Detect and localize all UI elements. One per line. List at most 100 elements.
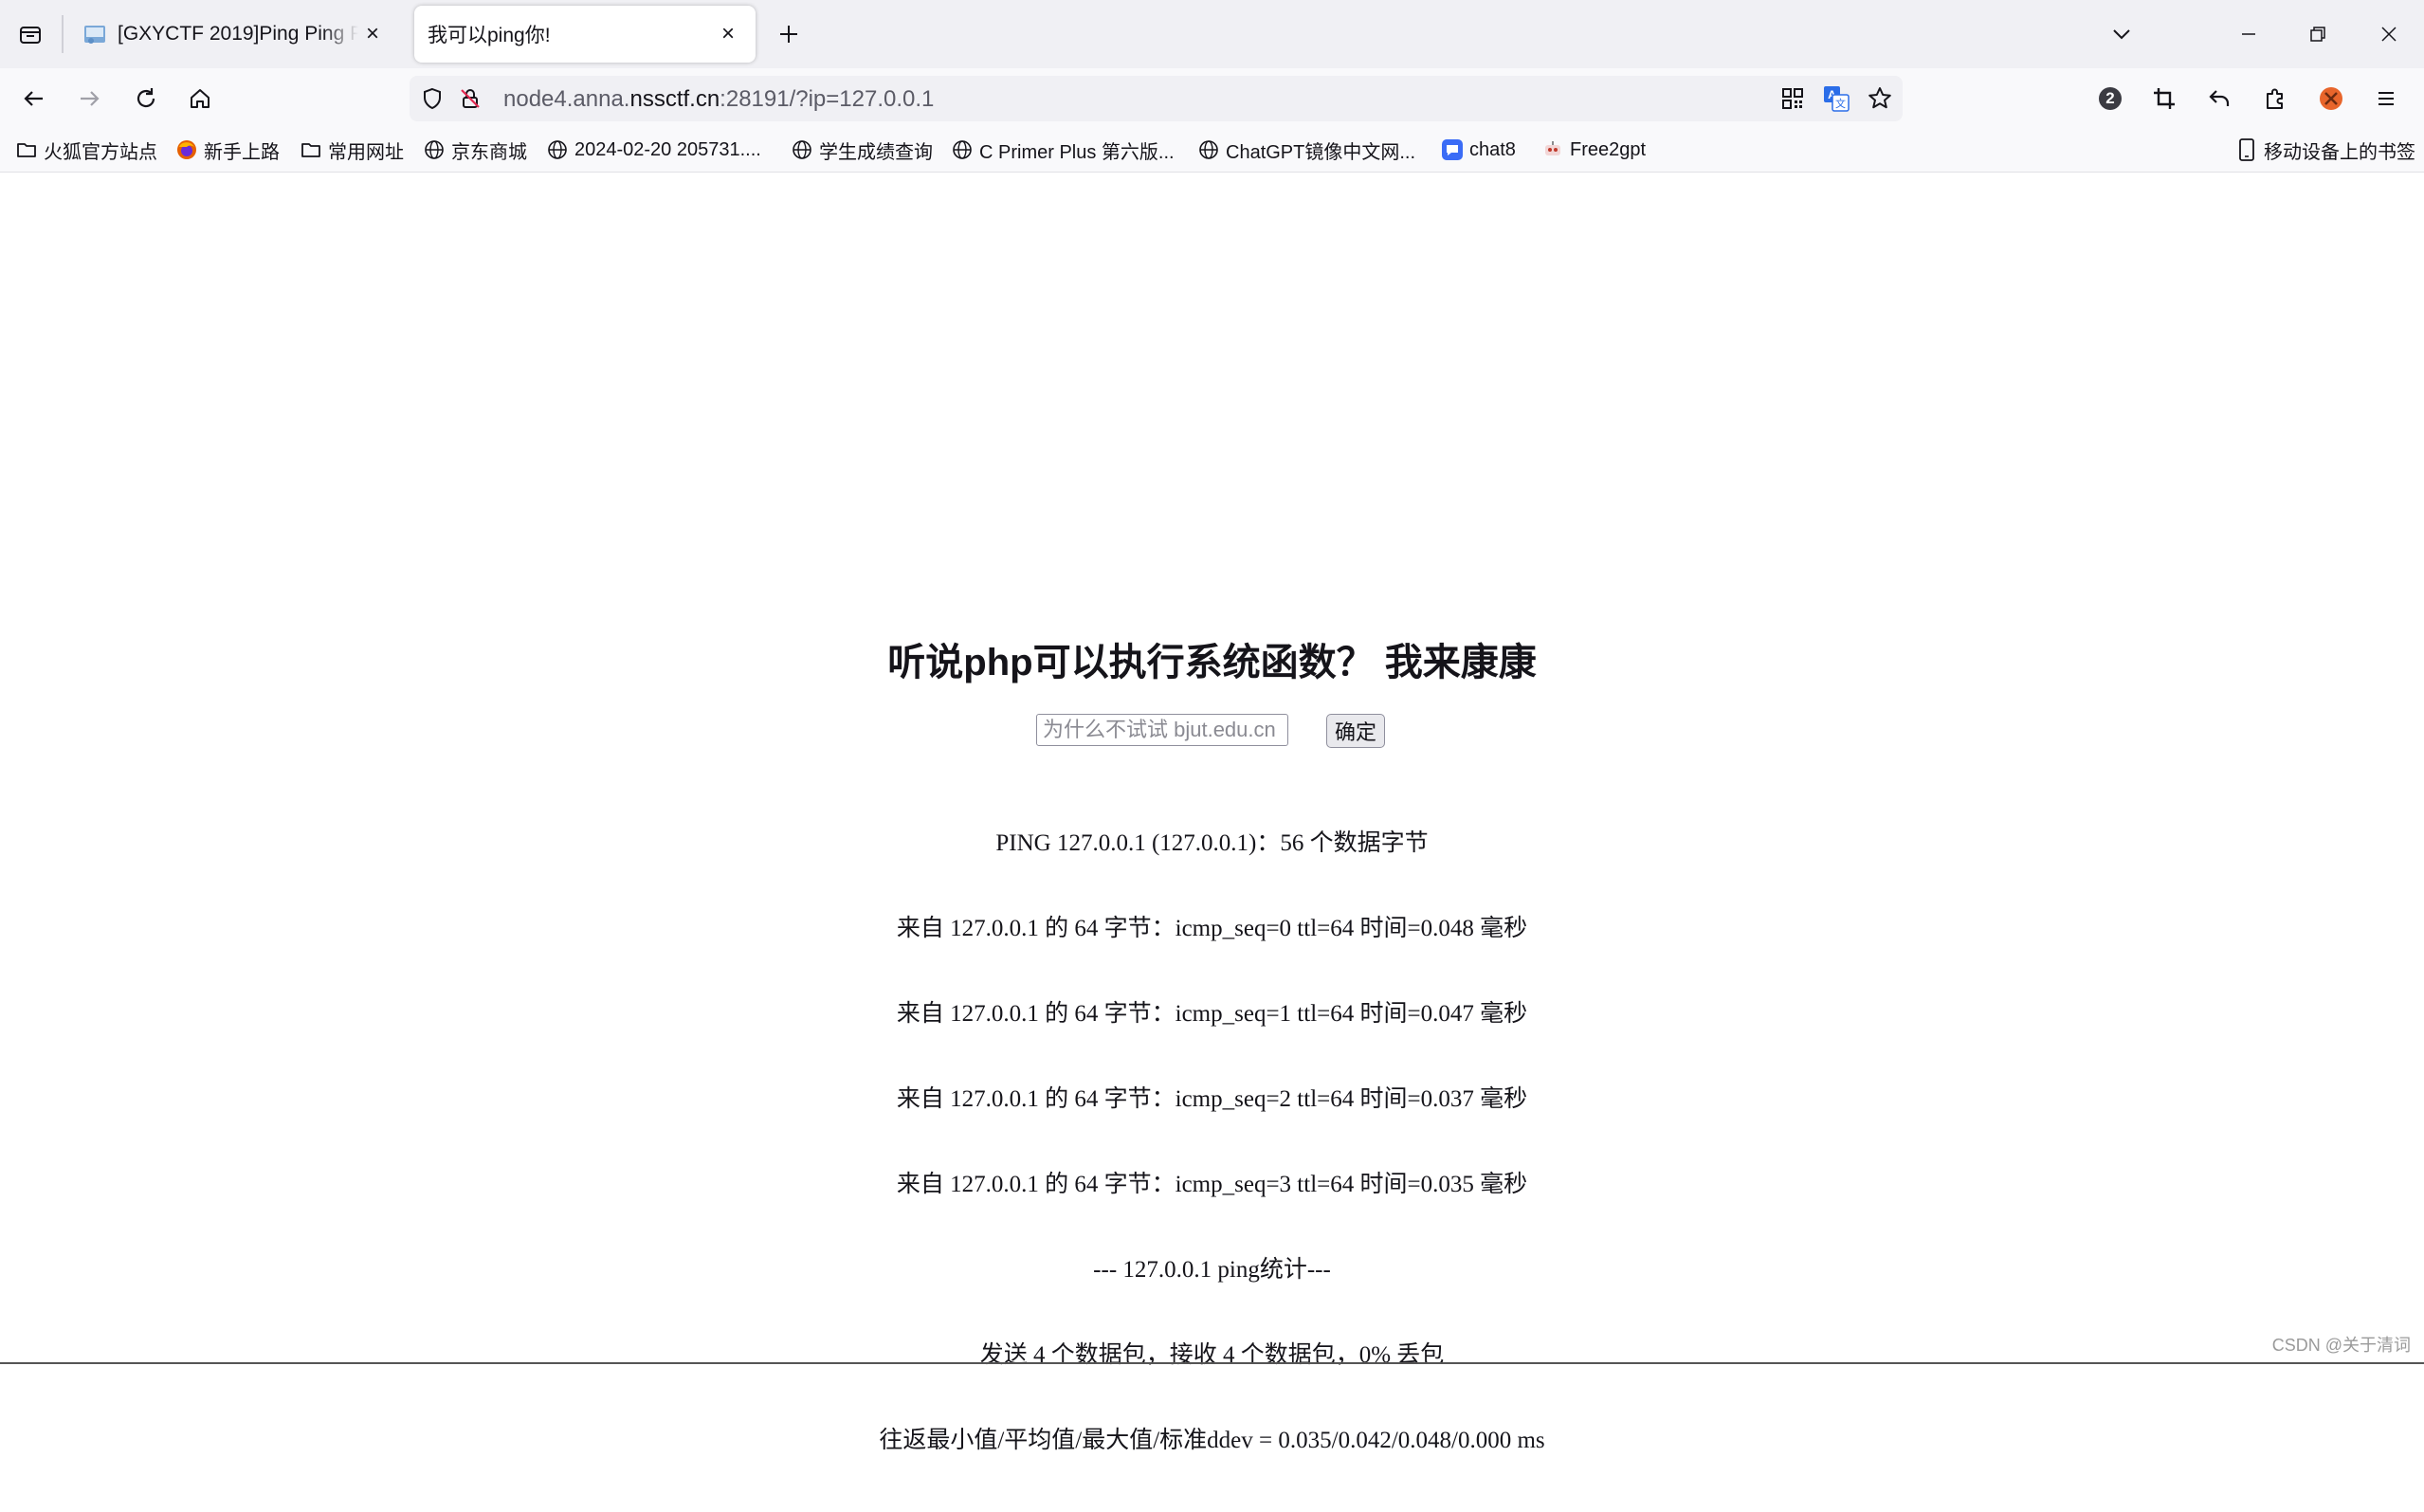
- bookmark-item[interactable]: C Primer Plus 第六版...: [951, 135, 1175, 165]
- tab-overview-icon: [20, 27, 41, 44]
- url-bar[interactable]: node4.anna.nssctf.cn:28191/?ip=127.0.0.1…: [410, 76, 1903, 121]
- bookmark-item[interactable]: 常用网址: [300, 135, 404, 165]
- ping-line: 来自 127.0.0.1 的 64 字节：icmp_seq=1 ttl=64 时…: [896, 1001, 1528, 1027]
- new-tab-button[interactable]: [770, 15, 808, 53]
- bookmark-label: 新手上路: [204, 141, 280, 163]
- bookmark-label: 常用网址: [328, 141, 404, 163]
- globe-icon: [423, 138, 446, 161]
- tracking-protection-shield-icon[interactable]: [417, 83, 447, 114]
- page-content: 听说php可以执行系统函数？ 我来康康 确定 PING 127.0.0.1 (1…: [0, 173, 2424, 1453]
- home-button[interactable]: [179, 78, 221, 119]
- bookmarks-toolbar: 火狐官方站点 新手上路 常用网址 京东商城 2024-02-20 205731.…: [0, 129, 2424, 173]
- ping-line: 来自 127.0.0.1 的 64 字节：icmp_seq=2 ttl=64 时…: [896, 1086, 1528, 1112]
- ping-line: 发送 4 个数据包，接收 4 个数据包，0% 丢包: [979, 1342, 1445, 1368]
- addon-button[interactable]: [2310, 78, 2352, 119]
- folder-icon: [15, 138, 38, 161]
- bookmark-item[interactable]: 京东商城: [423, 135, 527, 165]
- forward-arrow-icon: [81, 91, 100, 106]
- tab-separator: [62, 15, 64, 53]
- bookmark-star-icon[interactable]: [1865, 83, 1895, 114]
- navigation-toolbar: node4.anna.nssctf.cn:28191/?ip=127.0.0.1…: [0, 68, 2424, 129]
- ping-line: PING 127.0.0.1 (127.0.0.1)：56 个数据字节: [995, 830, 1429, 856]
- ping-line: --- 127.0.0.1 ping统计---: [1093, 1257, 1331, 1283]
- crop-icon: [2154, 88, 2175, 109]
- tab-gxyctf[interactable]: [GXYCTF 2019]Ping Ping Ping ×: [68, 6, 400, 63]
- bookmark-label: 2024-02-20 205731....: [574, 138, 761, 160]
- screenshot-button[interactable]: [2143, 78, 2185, 119]
- undo-tab-button[interactable]: [2198, 78, 2240, 119]
- url-path: :28191/?ip=127.0.0.1: [720, 86, 935, 112]
- globe-icon: [1197, 138, 1220, 161]
- bookmark-item[interactable]: chat8: [1441, 135, 1516, 165]
- ping-line: 往返最小值/平均值/最大值/标准ddev = 0.035/0.042/0.048…: [879, 1428, 1545, 1453]
- ping-line: 来自 127.0.0.1 的 64 字节：icmp_seq=3 ttl=64 时…: [896, 1172, 1528, 1197]
- page-heading: 听说php可以执行系统函数？ 我来康康: [887, 642, 1537, 683]
- tab-strip: [GXYCTF 2019]Ping Ping Ping × 我可以ping你! …: [0, 0, 2424, 68]
- hamburger-menu-icon: [2378, 92, 2394, 105]
- bookmark-label: Free2gpt: [1570, 138, 1647, 160]
- mobile-device-icon: [2235, 138, 2258, 161]
- undo-arrow-icon: [2209, 90, 2230, 106]
- close-window-button[interactable]: [2365, 0, 2413, 68]
- bot-icon: [1541, 138, 1564, 161]
- chat-icon: [1441, 138, 1464, 161]
- bookmark-label: 京东商城: [451, 141, 527, 163]
- restore-icon: [2310, 27, 2325, 42]
- app-menu-button[interactable]: [2365, 78, 2407, 119]
- url-text[interactable]: node4.anna.nssctf.cn:28191/?ip=127.0.0.1: [503, 86, 934, 113]
- tab-ping[interactable]: 我可以ping你! ×: [414, 6, 756, 63]
- url-domain: nssctf.cn: [629, 86, 720, 112]
- translate-icon[interactable]: A文: [1821, 83, 1851, 114]
- globe-icon: [791, 138, 813, 161]
- back-arrow-icon: [24, 91, 43, 106]
- ping-output: PING 127.0.0.1 (127.0.0.1)：56 个数据字节 来自 1…: [0, 773, 2424, 1512]
- list-all-tabs-button[interactable]: [2098, 0, 2145, 68]
- bookmark-item[interactable]: 学生成绩查询: [791, 135, 933, 165]
- extension-badge-count: 2: [2105, 89, 2115, 107]
- tab-title: [GXYCTF 2019]Ping Ping Ping: [118, 23, 358, 45]
- reload-icon: [137, 88, 155, 108]
- bookmark-label: 学生成绩查询: [819, 141, 933, 163]
- mobile-bookmarks[interactable]: 移动设备上的书签: [2235, 135, 2415, 165]
- extensions-button[interactable]: [2254, 78, 2296, 119]
- minimize-button[interactable]: [2225, 0, 2272, 68]
- globe-icon: [951, 138, 974, 161]
- puzzle-icon: [2267, 88, 2283, 109]
- firefox-icon: [175, 138, 198, 161]
- reload-button[interactable]: [125, 78, 167, 119]
- ping-line: 来自 127.0.0.1 的 64 字节：icmp_seq=0 ttl=64 时…: [896, 916, 1528, 941]
- ip-input[interactable]: [1036, 714, 1288, 746]
- chevron-down-icon: [2113, 29, 2130, 40]
- close-tab-icon[interactable]: ×: [714, 20, 742, 48]
- bookmark-label: ChatGPT镜像中文网...: [1226, 141, 1416, 163]
- folder-icon: [300, 138, 322, 161]
- close-icon: [2381, 27, 2397, 42]
- minimize-icon: [2242, 33, 2255, 35]
- bookmark-item[interactable]: 2024-02-20 205731....: [546, 135, 761, 165]
- mobile-bookmarks-label: 移动设备上的书签: [2264, 141, 2415, 163]
- insecure-lock-icon[interactable]: [455, 83, 485, 114]
- bookmark-item[interactable]: ChatGPT镜像中文网...: [1197, 135, 1415, 165]
- globe-icon: [546, 138, 569, 161]
- addon-orange-icon: [2320, 87, 2342, 110]
- tab-overview-button[interactable]: [9, 13, 51, 55]
- back-button[interactable]: [13, 78, 55, 119]
- close-tab-icon[interactable]: ×: [358, 20, 387, 48]
- svg-text:文: 文: [1835, 97, 1846, 110]
- extension-badge-button[interactable]: 2: [2089, 78, 2131, 119]
- bookmark-item[interactable]: 新手上路: [175, 135, 280, 165]
- home-icon: [191, 89, 210, 108]
- bookmark-label: C Primer Plus 第六版...: [979, 141, 1175, 163]
- qr-code-icon[interactable]: [1777, 83, 1808, 114]
- bookmark-label: 火狐官方站点: [44, 141, 157, 163]
- bookmark-item[interactable]: 火狐官方站点: [15, 135, 157, 165]
- tab-title: 我可以ping你!: [428, 25, 551, 46]
- url-prefix: node4.anna.: [503, 86, 630, 112]
- submit-button[interactable]: 确定: [1326, 714, 1385, 748]
- restore-button[interactable]: [2294, 0, 2342, 68]
- forward-button[interactable]: [68, 78, 110, 119]
- page-favicon-icon: [82, 21, 108, 47]
- bookmark-label: chat8: [1469, 138, 1516, 160]
- csdn-watermark: CSDN @关于清词: [2271, 1336, 2411, 1355]
- bookmark-item[interactable]: Free2gpt: [1541, 135, 1646, 165]
